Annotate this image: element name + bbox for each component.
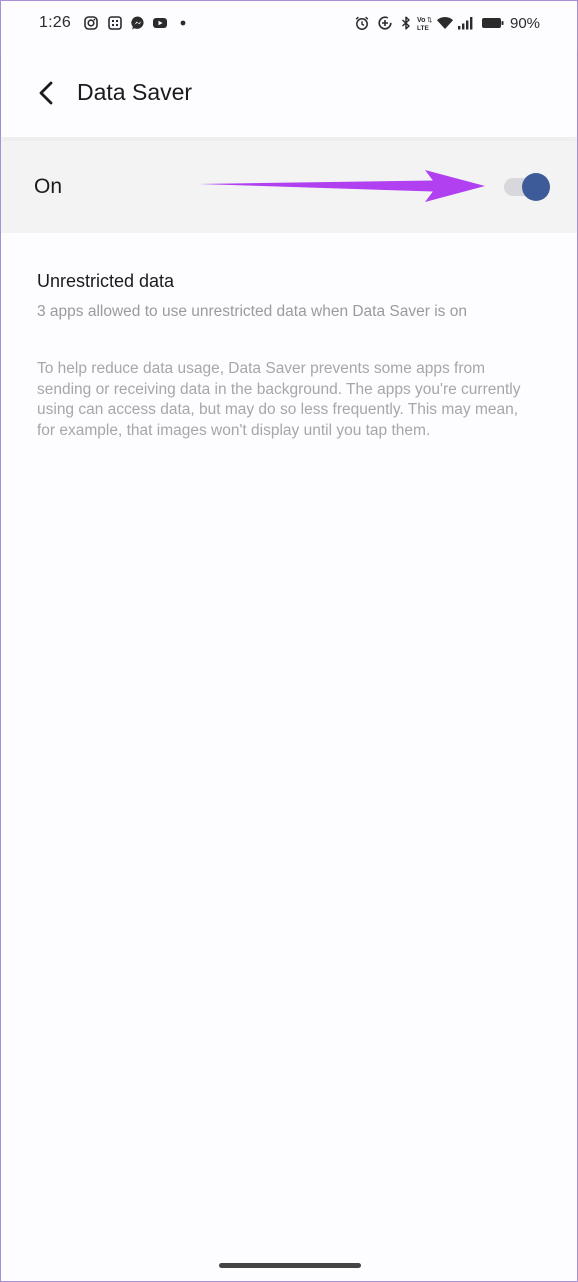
annotation-arrow-icon (199, 170, 485, 202)
unrestricted-data-title: Unrestricted data (37, 271, 175, 291)
status-bar: 1:26 Vo LTE ⇅ 90% (1, 1, 577, 49)
messenger-icon (130, 15, 146, 31)
data-saver-footer: To help reduce data usage, Data Saver pr… (37, 360, 521, 439)
svg-text:⇅: ⇅ (427, 17, 433, 24)
status-time: 1:26 (39, 14, 71, 31)
unrestricted-data-summary: 3 apps allowed to use unrestricted data … (37, 303, 467, 320)
battery-icon (481, 15, 505, 31)
battery-percent: 90% (510, 15, 541, 32)
wifi-icon (436, 15, 454, 31)
main-switch-row[interactable]: On (1, 139, 577, 233)
page-title: Data Saver (77, 79, 193, 105)
alarm-icon (354, 15, 370, 31)
svg-text:Vo: Vo (417, 17, 425, 24)
main-switch-label: On (34, 175, 63, 198)
youtube-icon (152, 15, 168, 31)
svg-text:LTE: LTE (417, 25, 429, 31)
toggle-thumb (522, 173, 550, 201)
arrow-back-icon (39, 81, 53, 105)
gesture-nav-handle[interactable] (219, 1263, 361, 1268)
data-saver-toggle[interactable] (504, 173, 550, 201)
back-button[interactable] (31, 77, 63, 109)
volte-icon: Vo LTE ⇅ (417, 15, 435, 31)
data-saver-icon (377, 15, 393, 31)
bluetooth-icon (398, 15, 414, 31)
dot-icon (177, 15, 193, 31)
signal-icon (457, 15, 473, 31)
calendar-grid-icon (107, 15, 123, 31)
unrestricted-data-item[interactable]: Unrestricted data 3 apps allowed to use … (1, 259, 577, 329)
app-bar: Data Saver (1, 49, 577, 137)
instagram-icon (83, 15, 99, 31)
